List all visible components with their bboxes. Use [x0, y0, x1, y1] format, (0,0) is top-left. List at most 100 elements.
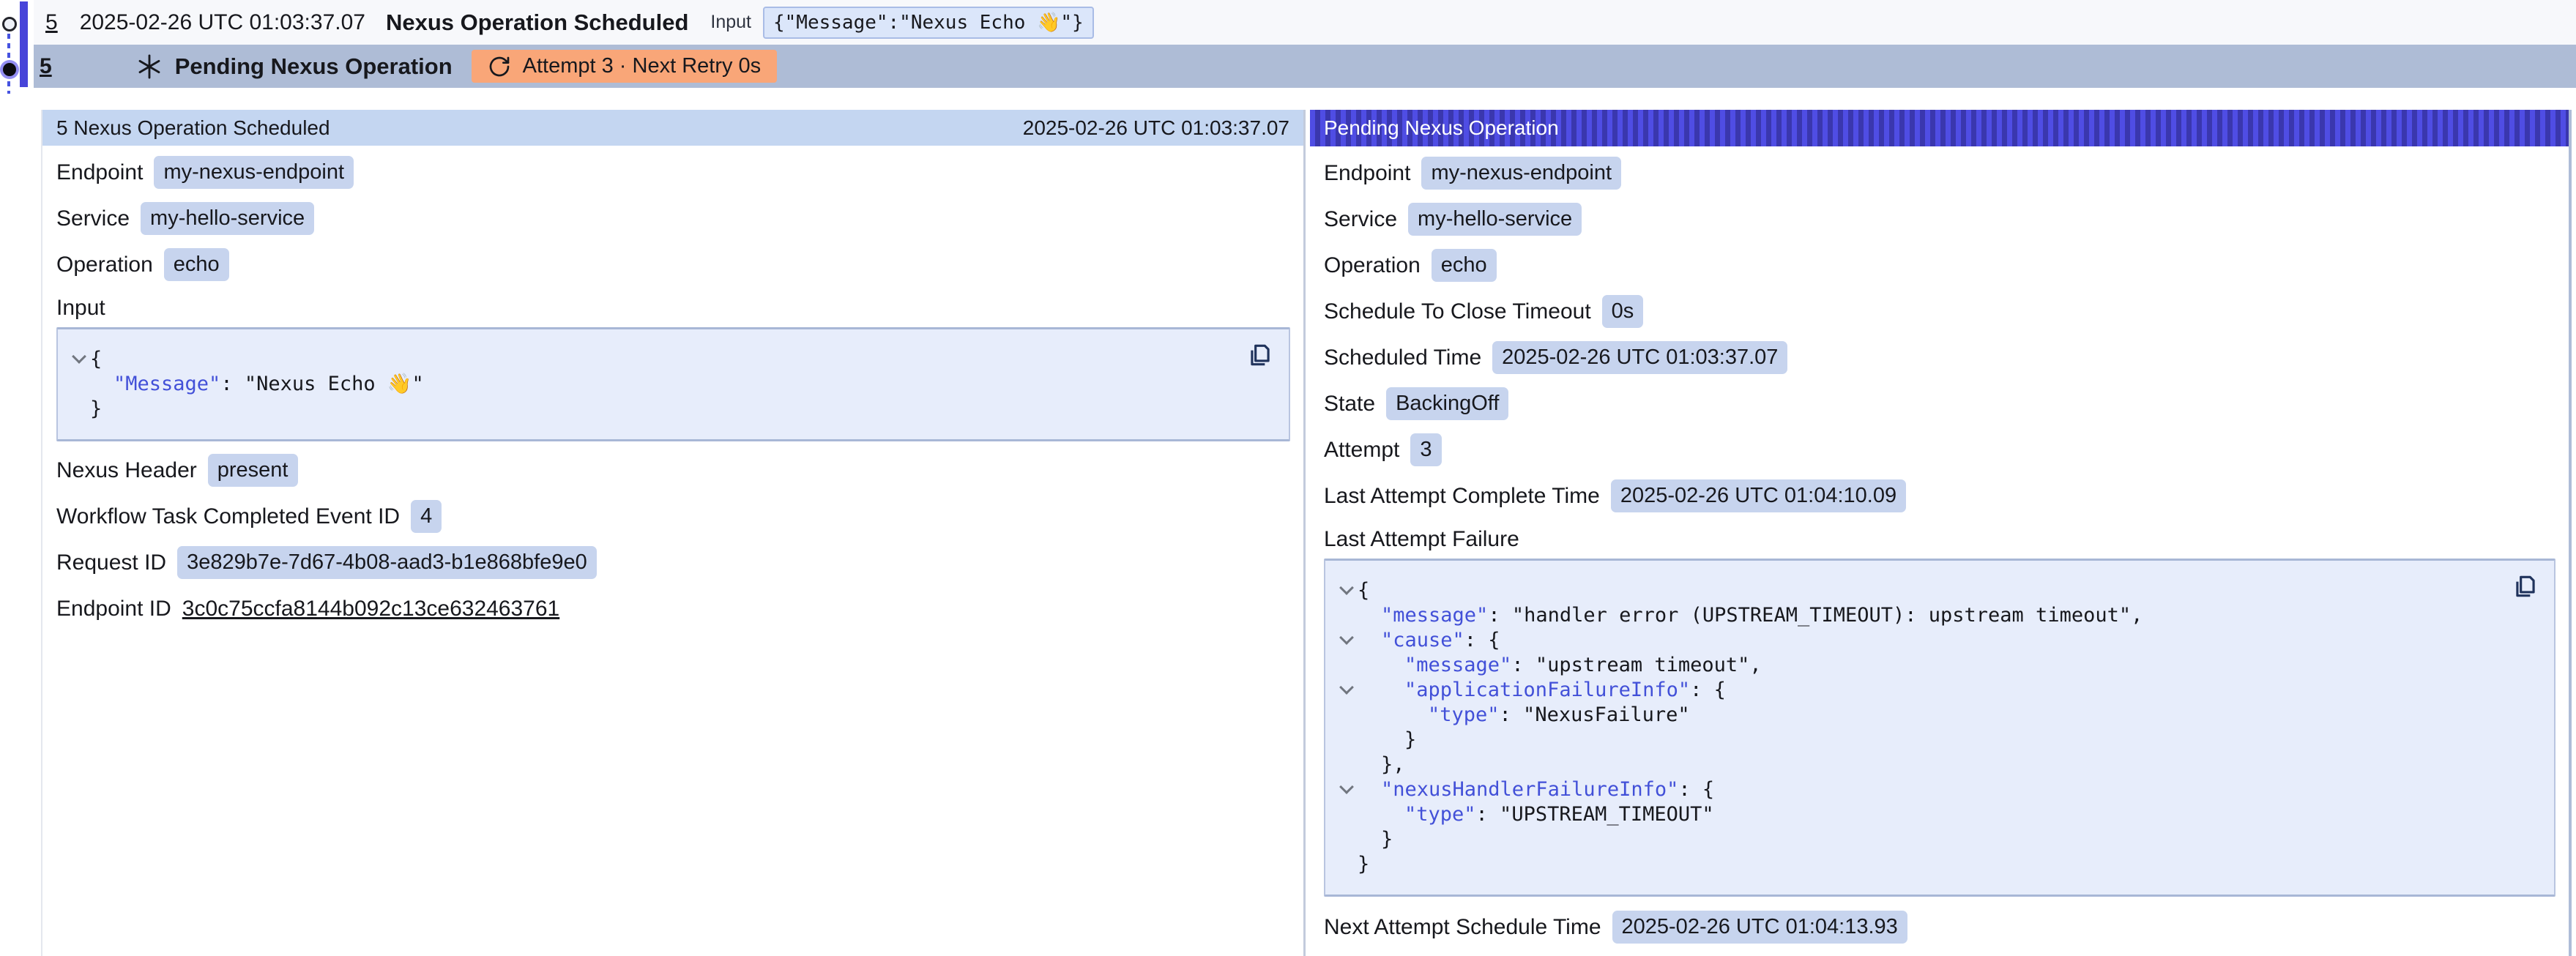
- field-label: Request ID: [56, 550, 166, 575]
- field-value-badge: 0s: [1602, 295, 1644, 328]
- code-content: }: [1358, 852, 1369, 877]
- pending-operation-title: Pending Nexus Operation: [175, 53, 453, 80]
- field-label: Workflow Task Completed Event ID: [56, 504, 400, 529]
- field-value-badge: my-hello-service: [1408, 203, 1582, 236]
- field-label: Endpoint: [1324, 161, 1410, 186]
- field-label: Attempt: [1324, 438, 1399, 463]
- failure-code-block: {"message": "handler error (UPSTREAM_TIM…: [1324, 559, 2555, 897]
- event-details-panel: 5 Nexus Operation Scheduled 2025-02-26 U…: [41, 110, 1303, 956]
- event-details-header-timestamp: 2025-02-26 UTC 01:03:37.07: [1023, 116, 1289, 140]
- field-label: Operation: [56, 253, 153, 277]
- retry-status-badge: Attempt 3 · Next Retry 0s: [472, 50, 778, 83]
- field-row: Scheduled Time 2025-02-26 UTC 01:03:37.07: [1324, 335, 2569, 381]
- code-gutter: [1336, 852, 1358, 877]
- code-gutter: [1336, 728, 1358, 753]
- event-id-link[interactable]: 5: [45, 10, 58, 35]
- code-content: "type": "NexusFailure": [1358, 703, 1690, 728]
- field-label: Service: [1324, 207, 1397, 232]
- event-name: Nexus Operation Scheduled: [386, 10, 688, 36]
- field-label: Scheduled Time: [1324, 346, 1481, 370]
- code-content: }: [1358, 827, 1393, 852]
- field-value-badge: my-nexus-endpoint: [1421, 157, 1621, 190]
- event-timestamp: 2025-02-26 UTC 01:03:37.07: [80, 10, 365, 35]
- copy-button[interactable]: [1246, 341, 1274, 369]
- collapse-chevron-icon[interactable]: [1336, 628, 1358, 653]
- field-row: Last Attempt Complete Time 2025-02-26 UTC…: [1324, 473, 2569, 519]
- field-row: Endpoint my-nexus-endpoint: [1324, 150, 2569, 196]
- field-label: Schedule To Close Timeout: [1324, 299, 1591, 324]
- code-line: "type": "NexusFailure": [1325, 703, 2554, 728]
- field-row: Schedule To Close Timeout 0s: [1324, 288, 2569, 335]
- collapse-chevron-icon[interactable]: [1336, 777, 1358, 802]
- field-value-badge: my-nexus-endpoint: [154, 156, 354, 189]
- field-label: Operation: [1324, 253, 1421, 278]
- field-row: Attempt 3: [1324, 427, 2569, 473]
- field-row: Nexus Header present: [56, 447, 1303, 493]
- pending-operation-panel: Pending Nexus Operation Endpoint my-nexus…: [1310, 110, 2569, 956]
- code-gutter: [1336, 802, 1358, 827]
- code-content: {: [90, 347, 102, 372]
- input-mini-label: Input: [710, 12, 751, 33]
- input-preview-chip[interactable]: {"Message":"Nexus Echo 👋"}: [763, 7, 1094, 39]
- code-content: "cause": {: [1358, 628, 1500, 653]
- field-value-badge: BackingOff: [1386, 387, 1508, 420]
- event-details-header-title: 5 Nexus Operation Scheduled: [56, 116, 330, 140]
- code-line: {: [1325, 578, 2554, 603]
- event-summary-row[interactable]: 5 2025-02-26 UTC 01:03:37.07 Nexus Opera…: [34, 0, 2576, 45]
- pending-operation-header-title: Pending Nexus Operation: [1324, 116, 1559, 140]
- field-value-badge: 2025-02-26 UTC 01:03:37.07: [1492, 341, 1787, 374]
- field-row: Endpoint ID 3c0c75ccfa8144b092c13ce632463…: [56, 586, 1303, 632]
- code-gutter: [1336, 703, 1358, 728]
- copy-button[interactable]: [2512, 572, 2539, 600]
- timeline-event-marker-icon: [2, 17, 17, 31]
- field-value-badge: 3: [1410, 433, 1441, 466]
- code-content: "type": "UPSTREAM_TIMEOUT": [1358, 802, 1714, 827]
- field-value-badge: echo: [164, 248, 229, 281]
- code-line: "type": "UPSTREAM_TIMEOUT": [1325, 802, 2554, 827]
- collapse-chevron-icon[interactable]: [1336, 578, 1358, 603]
- failure-section-label: Last Attempt Failure: [1310, 523, 2569, 556]
- pending-event-id-link[interactable]: 5: [40, 54, 52, 79]
- code-line: "message": "handler error (UPSTREAM_TIME…: [1325, 603, 2554, 628]
- field-label: Nexus Header: [56, 458, 197, 483]
- code-gutter: [68, 397, 90, 422]
- scrollbar-track[interactable]: [2569, 110, 2572, 956]
- field-value-badge: 2025-02-26 UTC 01:04:10.09: [1611, 479, 1906, 512]
- field-row: Endpoint my-nexus-endpoint: [56, 149, 1303, 195]
- field-label: Endpoint: [56, 160, 143, 185]
- code-line: }: [1325, 728, 2554, 753]
- field-label: Last Attempt Complete Time: [1324, 484, 1600, 509]
- field-value-link[interactable]: 3c0c75ccfa8144b092c13ce632463761: [182, 597, 559, 621]
- code-line: }: [1325, 852, 2554, 877]
- code-gutter: [1336, 753, 1358, 777]
- code-content: },: [1358, 753, 1405, 777]
- code-content: "message": "upstream timeout",: [1358, 653, 1762, 678]
- field-label: State: [1324, 392, 1375, 417]
- event-details-header: 5 Nexus Operation Scheduled 2025-02-26 U…: [42, 110, 1303, 146]
- collapse-chevron-icon[interactable]: [1336, 678, 1358, 703]
- code-line: "Message": "Nexus Echo 👋": [58, 372, 1289, 397]
- code-line: "message": "upstream timeout",: [1325, 653, 2554, 678]
- input-code-block: {"Message": "Nexus Echo 👋"}: [56, 327, 1290, 441]
- field-value-badge: my-hello-service: [141, 202, 314, 235]
- field-value-badge: present: [208, 454, 298, 487]
- code-gutter: [68, 372, 90, 397]
- field-row: Operationecho: [1324, 242, 2569, 288]
- code-gutter: [1336, 827, 1358, 852]
- field-row: Next Attempt Schedule Time 2025-02-26 UTC…: [1324, 904, 2569, 950]
- retry-icon: [488, 55, 511, 78]
- timeline-pending-marker-icon: [3, 63, 16, 76]
- code-line: {: [58, 347, 1289, 372]
- field-value-badge: 2025-02-26 UTC 01:04:13.93: [1612, 911, 1907, 944]
- field-row: Servicemy-hello-service: [56, 195, 1303, 242]
- pending-operation-row[interactable]: 5 Pending Nexus Operation Attempt 3 · Ne…: [34, 45, 2576, 88]
- code-content: {: [1358, 578, 1369, 603]
- field-label: Endpoint ID: [56, 597, 171, 621]
- code-gutter: [1336, 653, 1358, 678]
- field-label: Next Attempt Schedule Time: [1324, 915, 1601, 940]
- pending-operation-header: Pending Nexus Operation: [1310, 110, 2569, 146]
- collapse-chevron-icon[interactable]: [68, 347, 90, 372]
- code-content: "Message": "Nexus Echo 👋": [90, 372, 424, 397]
- timeline-active-bar: [20, 1, 28, 87]
- code-line: },: [1325, 753, 2554, 777]
